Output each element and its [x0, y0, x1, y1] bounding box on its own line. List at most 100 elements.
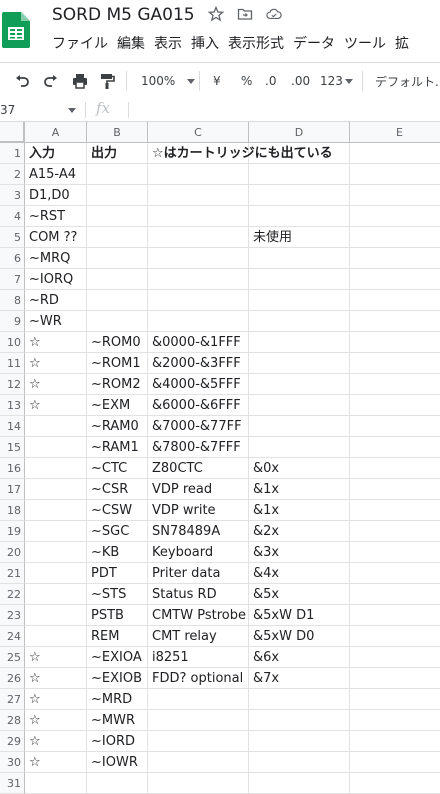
cell-e[interactable] — [350, 416, 440, 437]
cell-d[interactable] — [249, 437, 350, 458]
cell-a[interactable] — [25, 500, 87, 521]
row-header[interactable]: 11 — [0, 353, 25, 374]
cell-c[interactable]: VDP read — [148, 479, 249, 500]
cell-c[interactable] — [148, 290, 249, 311]
cell-d[interactable]: &4x — [249, 563, 350, 584]
row-header[interactable]: 26 — [0, 668, 25, 689]
cell-b[interactable] — [87, 773, 148, 794]
cell-a[interactable]: ~WR — [25, 311, 87, 332]
cell-c[interactable] — [148, 206, 249, 227]
cell-c[interactable]: &7800-&7FFF — [148, 437, 249, 458]
cell-b[interactable]: ~ROM1 — [87, 353, 148, 374]
cell-b[interactable] — [87, 311, 148, 332]
cell-b[interactable]: ~CSR — [87, 479, 148, 500]
cell-b[interactable]: ~SGC — [87, 521, 148, 542]
cell-d[interactable] — [249, 731, 350, 752]
cell-b[interactable]: ~KB — [87, 542, 148, 563]
cell-d[interactable] — [249, 689, 350, 710]
cell-b[interactable]: ~CSW — [87, 500, 148, 521]
menu-data[interactable]: データ — [291, 33, 342, 53]
cell-e[interactable] — [350, 542, 440, 563]
cell-c[interactable]: Priter data — [148, 563, 249, 584]
column-header-d[interactable]: D — [249, 122, 350, 143]
row-header[interactable]: 14 — [0, 416, 25, 437]
cell-c[interactable]: &6000-&6FFF — [148, 395, 249, 416]
cell-d[interactable] — [249, 290, 350, 311]
cell-c[interactable]: FDD? optional — [148, 668, 249, 689]
cell-e[interactable] — [350, 185, 440, 206]
cell-b[interactable] — [87, 248, 148, 269]
cell-b[interactable]: ~CTC — [87, 458, 148, 479]
cell-b[interactable]: 出力 — [87, 143, 148, 164]
row-header[interactable]: 12 — [0, 374, 25, 395]
menu-insert[interactable]: 挿入 — [189, 33, 226, 53]
cell-c[interactable] — [148, 752, 249, 773]
cell-e[interactable] — [350, 731, 440, 752]
cell-e[interactable] — [350, 668, 440, 689]
row-header[interactable]: 9 — [0, 311, 25, 332]
cell-b[interactable]: ~STS — [87, 584, 148, 605]
cell-b[interactable] — [87, 206, 148, 227]
row-header[interactable]: 18 — [0, 500, 25, 521]
select-all-corner[interactable] — [0, 122, 25, 143]
cell-d[interactable]: &6x — [249, 647, 350, 668]
cell-b[interactable]: REM — [87, 626, 148, 647]
cell-e[interactable] — [350, 521, 440, 542]
cell-e[interactable] — [350, 437, 440, 458]
cell-b[interactable]: ~RAM1 — [87, 437, 148, 458]
column-header-e[interactable]: E — [350, 122, 440, 143]
cell-d[interactable]: &5xW D0 — [249, 626, 350, 647]
cell-d[interactable] — [249, 332, 350, 353]
paint-format-icon[interactable] — [98, 72, 116, 90]
row-header[interactable]: 21 — [0, 563, 25, 584]
cell-a[interactable] — [25, 542, 87, 563]
cell-d[interactable] — [249, 752, 350, 773]
print-icon[interactable] — [71, 72, 89, 90]
row-header[interactable]: 25 — [0, 647, 25, 668]
cell-a[interactable]: ~IORQ — [25, 269, 87, 290]
cell-d[interactable] — [249, 143, 350, 164]
cell-b[interactable] — [87, 164, 148, 185]
cell-a[interactable] — [25, 584, 87, 605]
cell-a[interactable] — [25, 563, 87, 584]
cell-c[interactable] — [148, 185, 249, 206]
cell-b[interactable] — [87, 227, 148, 248]
cell-d[interactable]: &1x — [249, 479, 350, 500]
cell-a[interactable]: ~MRQ — [25, 248, 87, 269]
cell-d[interactable] — [249, 185, 350, 206]
cell-a[interactable]: ☆ — [25, 353, 87, 374]
column-header-a[interactable]: A — [25, 122, 87, 143]
number-format-select[interactable]: 123 — [320, 72, 353, 90]
row-header[interactable]: 7 — [0, 269, 25, 290]
column-header-b[interactable]: B — [87, 122, 148, 143]
cell-b[interactable] — [87, 185, 148, 206]
cell-b[interactable] — [87, 269, 148, 290]
cell-a[interactable]: ~RST — [25, 206, 87, 227]
cell-a[interactable]: ☆ — [25, 395, 87, 416]
cell-e[interactable] — [350, 584, 440, 605]
row-header[interactable]: 23 — [0, 605, 25, 626]
star-icon[interactable] — [208, 6, 224, 22]
cell-e[interactable] — [350, 500, 440, 521]
cell-c[interactable]: Z80CTC — [148, 458, 249, 479]
cell-e[interactable] — [350, 353, 440, 374]
decrease-decimal-button[interactable]: .0 — [265, 72, 276, 90]
cell-d[interactable] — [249, 395, 350, 416]
zoom-select[interactable]: 100% — [141, 72, 196, 90]
cell-b[interactable] — [87, 290, 148, 311]
cell-d[interactable]: &5x — [249, 584, 350, 605]
cell-e[interactable] — [350, 164, 440, 185]
cell-c[interactable] — [148, 248, 249, 269]
cell-a[interactable]: ☆ — [25, 374, 87, 395]
cell-e[interactable] — [350, 269, 440, 290]
cell-b[interactable]: PDT — [87, 563, 148, 584]
cell-a[interactable]: ☆ — [25, 710, 87, 731]
row-header[interactable]: 16 — [0, 458, 25, 479]
cell-c[interactable] — [148, 164, 249, 185]
row-header[interactable]: 3 — [0, 185, 25, 206]
row-header[interactable]: 20 — [0, 542, 25, 563]
row-header[interactable]: 5 — [0, 227, 25, 248]
cell-e[interactable] — [350, 227, 440, 248]
cell-e[interactable] — [350, 311, 440, 332]
cell-b[interactable]: ~IOWR — [87, 752, 148, 773]
